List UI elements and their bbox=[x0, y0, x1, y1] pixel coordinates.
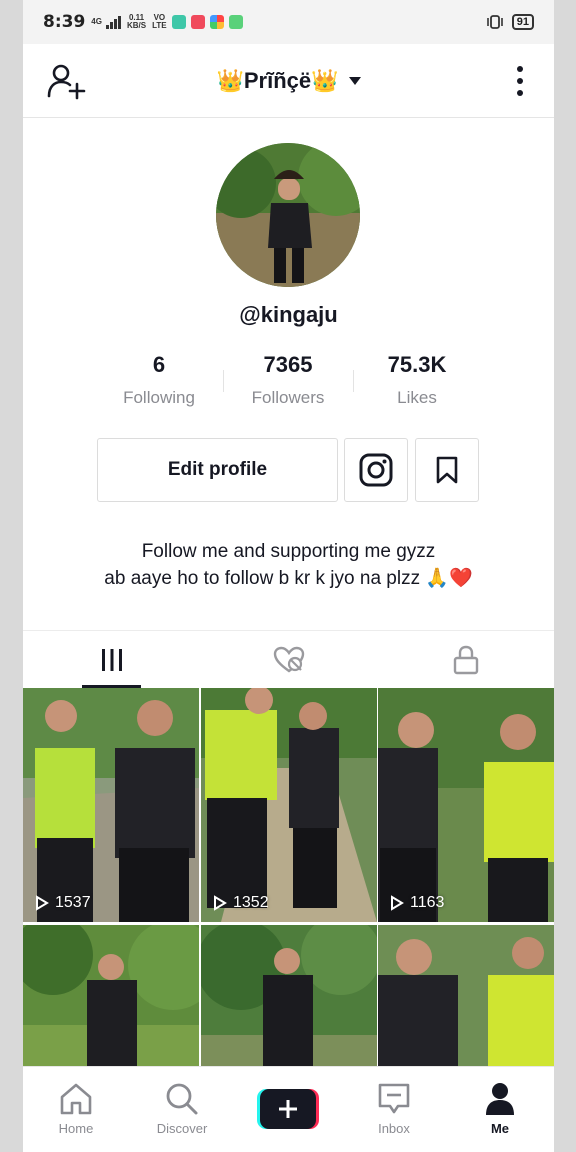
nav-discover-label: Discover bbox=[156, 1121, 208, 1136]
play-icon bbox=[214, 895, 227, 911]
following-stat[interactable]: 6 Following bbox=[94, 352, 224, 408]
account-switcher[interactable]: 👑Prĩñçë👑 bbox=[216, 67, 361, 94]
following-count: 6 bbox=[152, 352, 166, 377]
video-thumbnail[interactable]: 1537 bbox=[23, 688, 199, 922]
liked-hidden-icon bbox=[273, 646, 304, 673]
profile-header: 👑Prĩñçë👑 bbox=[23, 44, 554, 118]
volte-bottom: LTE bbox=[152, 21, 167, 30]
profile-actions: Edit profile bbox=[23, 438, 554, 502]
tab-videos[interactable] bbox=[23, 631, 200, 689]
nav-me[interactable]: Me bbox=[447, 1067, 553, 1152]
video-thumbnail[interactable]: 1163 bbox=[378, 688, 554, 922]
instagram-icon bbox=[359, 453, 393, 487]
profile-username: @kingaju bbox=[239, 302, 338, 327]
account-name: 👑Prĩñçë👑 bbox=[216, 67, 339, 93]
avatar-image bbox=[216, 143, 360, 287]
nav-me-label: Me bbox=[490, 1121, 510, 1136]
inbox-icon bbox=[378, 1083, 410, 1114]
profile-bio: Follow me and supporting me gyzz ab aaye… bbox=[23, 538, 554, 592]
view-count-value: 1537 bbox=[55, 894, 91, 911]
likes-count: 75.3K bbox=[387, 352, 447, 377]
app-notification-icon bbox=[171, 15, 186, 29]
status-bar: 8:39 4G 0.11 KB/S VO LTE 91 bbox=[23, 0, 554, 44]
edit-profile-button[interactable]: Edit profile bbox=[97, 438, 338, 502]
video-thumbnail-image bbox=[201, 688, 377, 922]
following-label: Following bbox=[123, 388, 195, 407]
tab-liked[interactable] bbox=[200, 631, 377, 689]
gallery-notification-icon bbox=[228, 15, 243, 29]
video-grid: 1537 1352 1163 bbox=[23, 688, 554, 1066]
app-screen: 8:39 4G 0.11 KB/S VO LTE 91 👑Prĩñçë👑 @ki… bbox=[23, 0, 554, 1152]
followers-count: 7365 bbox=[263, 352, 313, 377]
bio-line-2: ab aaye ho to follow b kr k jyo na plzz … bbox=[104, 568, 473, 589]
battery-level: 91 bbox=[511, 14, 534, 30]
photos-notification-icon bbox=[209, 15, 224, 29]
network-type-label: 4G bbox=[91, 17, 102, 26]
followers-stat[interactable]: 7365 Followers bbox=[223, 352, 353, 408]
network-speed: 0.11 KB/S bbox=[127, 14, 146, 30]
bookmark-icon bbox=[436, 456, 458, 484]
video-thumbnail[interactable] bbox=[201, 925, 377, 1066]
add-friend-icon[interactable] bbox=[47, 64, 87, 100]
search-icon bbox=[166, 1083, 198, 1115]
nav-inbox[interactable]: Inbox bbox=[341, 1067, 447, 1152]
network-type: 4G bbox=[91, 18, 102, 26]
video-thumbnail-image bbox=[201, 925, 377, 1066]
bottom-nav: Home Discover Inbox Me bbox=[23, 1066, 554, 1152]
video-thumbnail[interactable] bbox=[23, 925, 199, 1066]
video-thumbnail-image bbox=[378, 688, 554, 922]
grid-icon bbox=[101, 649, 122, 671]
followers-label: Followers bbox=[251, 388, 325, 407]
create-video-button[interactable] bbox=[257, 1089, 319, 1129]
view-count: 1163 bbox=[390, 894, 444, 912]
play-icon bbox=[391, 895, 404, 911]
favorites-button[interactable] bbox=[415, 438, 479, 502]
video-thumbnail-image bbox=[23, 925, 199, 1066]
more-options-icon[interactable] bbox=[516, 66, 524, 96]
likes-stat[interactable]: 75.3K Likes bbox=[352, 352, 482, 408]
vibrate-icon bbox=[486, 15, 503, 29]
avatar[interactable] bbox=[216, 143, 360, 287]
signal-icon bbox=[105, 15, 121, 29]
likes-label: Likes bbox=[397, 388, 437, 407]
status-time: 8:39 bbox=[43, 12, 86, 32]
nav-home[interactable]: Home bbox=[23, 1067, 129, 1152]
video-thumbnail[interactable]: 1352 bbox=[201, 688, 377, 922]
video-thumbnail-image bbox=[23, 688, 199, 922]
instagram-button[interactable] bbox=[344, 438, 408, 502]
video-thumbnail[interactable] bbox=[378, 925, 554, 1066]
home-icon bbox=[60, 1083, 92, 1115]
tab-private[interactable] bbox=[377, 631, 554, 689]
content-tabs bbox=[23, 630, 554, 688]
nav-discover[interactable]: Discover bbox=[129, 1067, 235, 1152]
nav-inbox-label: Inbox bbox=[378, 1121, 410, 1136]
lock-icon bbox=[453, 645, 478, 675]
nav-home-label: Home bbox=[58, 1121, 94, 1136]
video-thumbnail-image bbox=[378, 925, 554, 1066]
profile-stats: 6 Following 7365 Followers 75.3K Likes bbox=[23, 352, 554, 412]
video-notification-icon bbox=[190, 15, 205, 29]
view-count: 1352 bbox=[213, 894, 269, 912]
volte-indicator: VO LTE bbox=[152, 14, 167, 30]
view-count: 1537 bbox=[35, 894, 91, 912]
chevron-down-icon bbox=[348, 76, 361, 85]
person-icon bbox=[486, 1083, 514, 1115]
play-icon bbox=[36, 895, 49, 911]
view-count-value: 1352 bbox=[233, 894, 269, 911]
bio-line-1: Follow me and supporting me gyzz bbox=[141, 541, 436, 562]
device-frame: 8:39 4G 0.11 KB/S VO LTE 91 👑Prĩñçë👑 @ki… bbox=[0, 0, 576, 1152]
network-speed-unit: KB/S bbox=[126, 21, 147, 30]
view-count-value: 1163 bbox=[410, 894, 445, 911]
